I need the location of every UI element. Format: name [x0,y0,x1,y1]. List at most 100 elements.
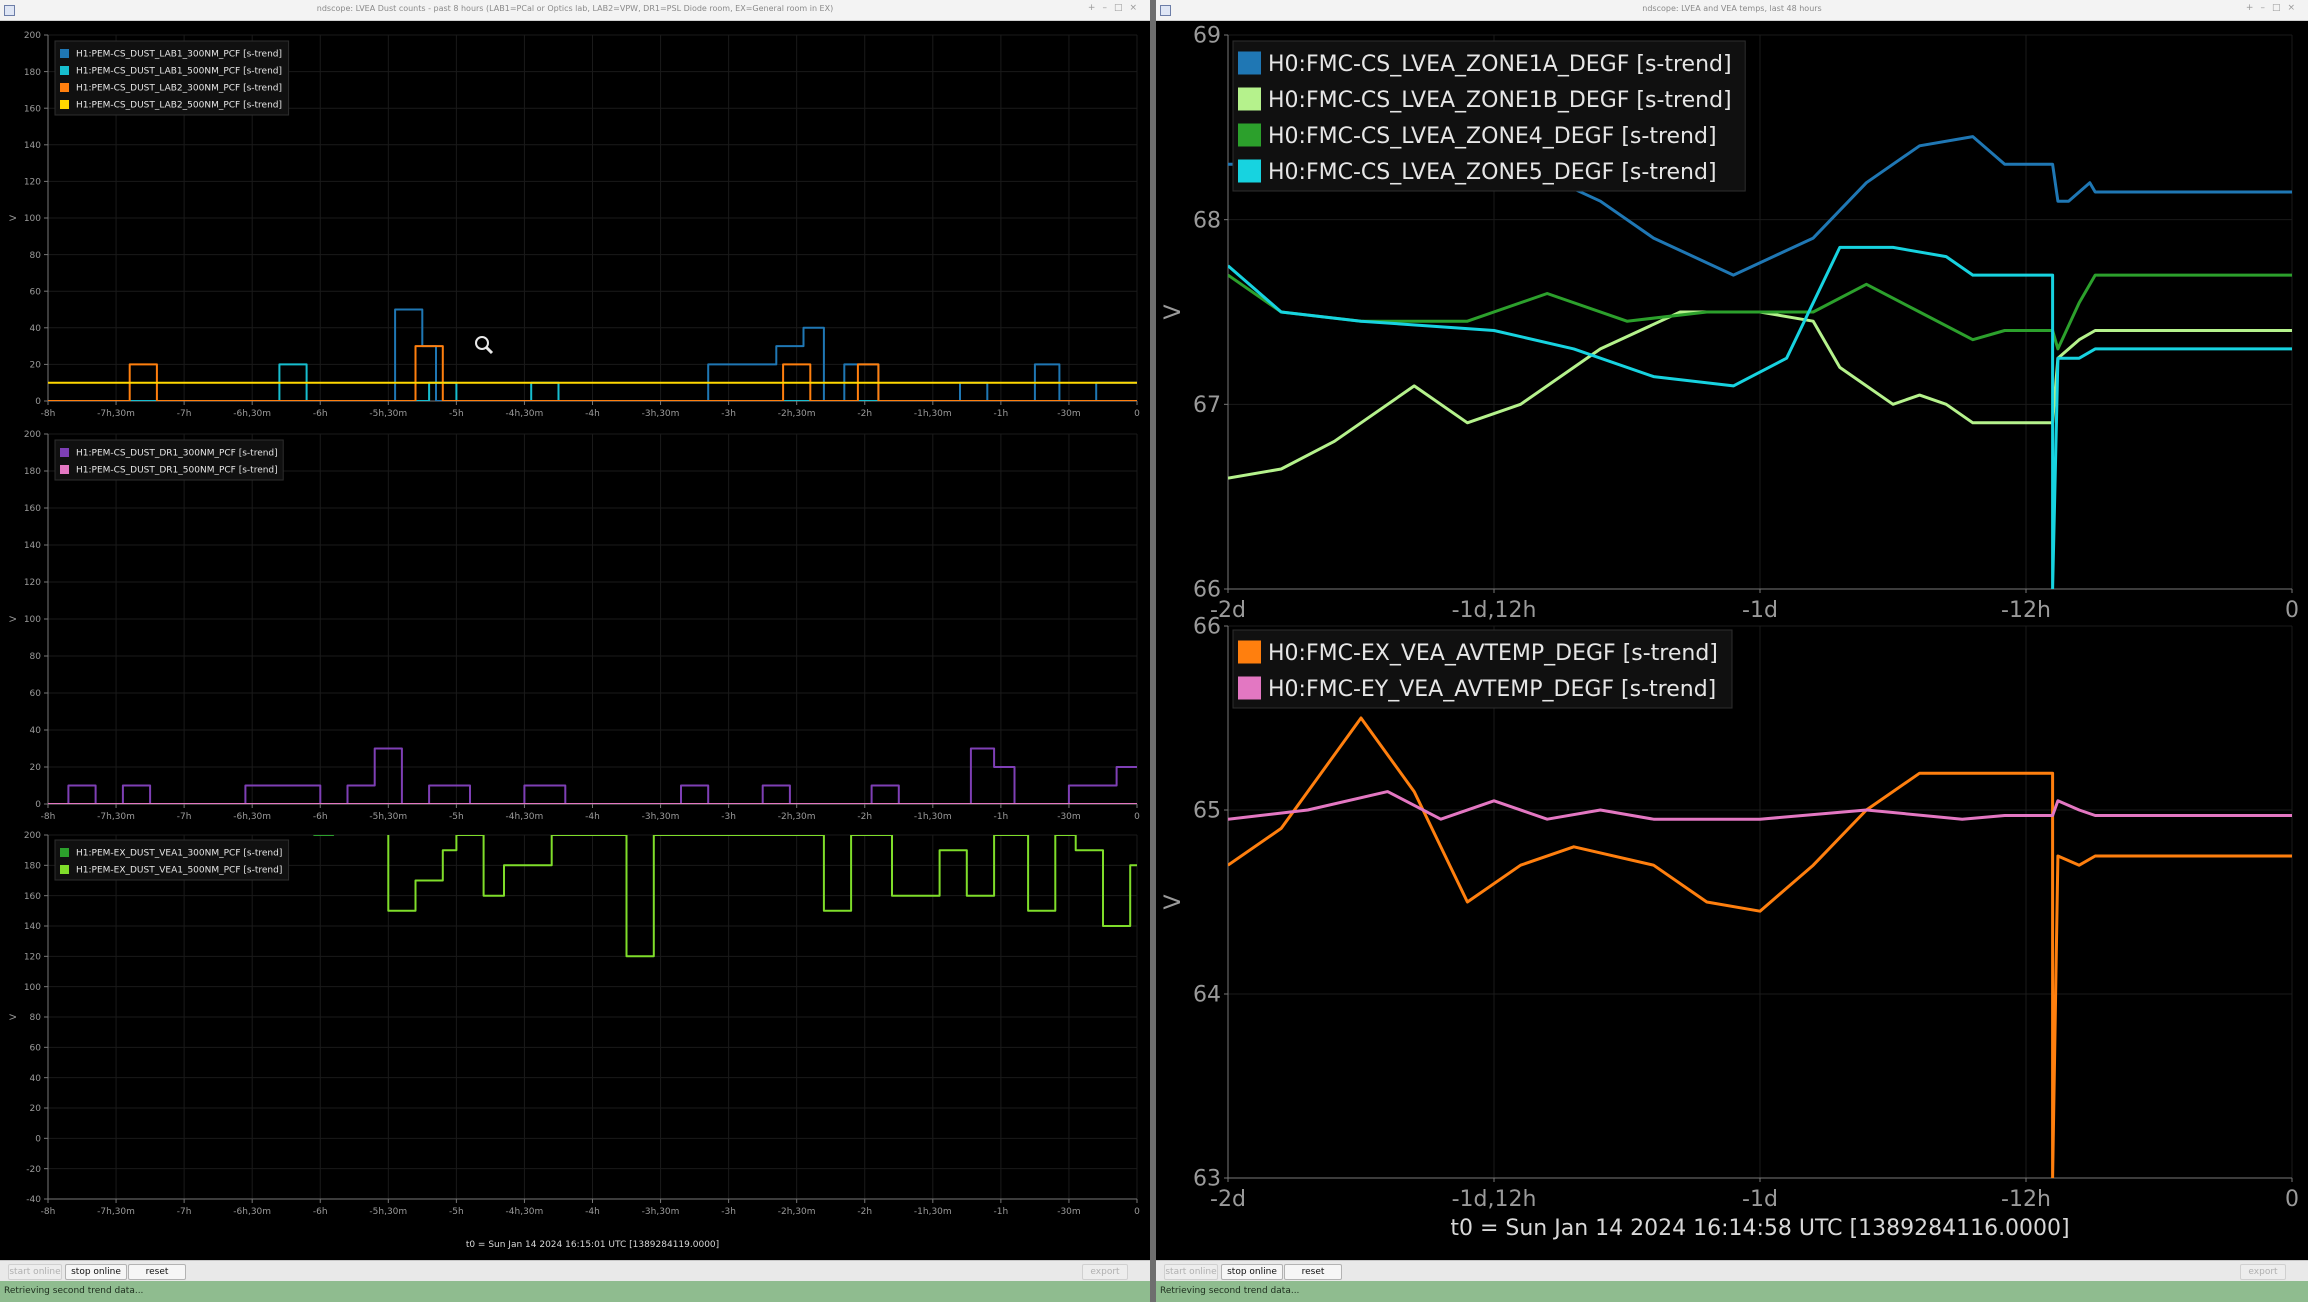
y-tick-label: 60 [30,689,42,699]
legend-label: H1:PEM-CS_DUST_DR1_300NM_PCF [s-trend] [76,449,278,459]
x-tick-label: -6h,30m [233,409,271,419]
right-ndscope-window: ndscope: LVEA and VEA temps, last 48 hou… [1156,0,2308,1302]
y-tick-label: 80 [30,652,42,662]
x-tick-label: -7h [177,1207,192,1217]
x-tick-label: -3h,30m [642,1207,680,1217]
x-tick-label: -1h [994,1207,1009,1217]
x-tick-label: 0 [2285,598,2299,623]
legend-swatch [1238,51,1261,75]
y-tick-label: 100 [24,615,41,625]
legend-swatch [60,83,69,92]
minimize-icon[interactable]: – [1102,3,1114,13]
stop-online-button[interactable]: stop online [65,1264,127,1280]
legend-label: H1:PEM-CS_DUST_LAB1_500NM_PCF [s-trend] [76,67,282,77]
start-online-button[interactable]: start online [8,1264,62,1280]
x-tick-label: -7h,30m [97,812,135,822]
right-title-bar[interactable]: ndscope: LVEA and VEA temps, last 48 hou… [1156,0,2308,21]
y-tick-label: 180 [24,68,41,78]
legend-swatch [60,49,69,58]
minimize-icon[interactable]: – [2260,3,2272,13]
x-tick-label: -1d [1742,1187,1778,1212]
y-tick-label: 67 [1193,393,1221,418]
x-tick-label: -5h [449,409,464,419]
legend-swatch [1238,123,1261,147]
y-axis-label: V [9,214,19,221]
legend-swatch [60,66,69,75]
legend-swatch [60,865,69,874]
temperature-plots[interactable]: 66 67 68 69 -2d -1d,12h -1d -12h 0 V H0:FMC-CS_LVE… [1156,21,2308,1260]
x-tick-label: -30m [1057,1207,1080,1217]
shade-icon[interactable]: + [1088,3,1103,13]
y-tick-label: 20 [30,1104,42,1114]
y-tick-label: 140 [24,922,41,932]
y-tick-label: 200 [24,31,41,41]
plot-panel-4[interactable]: 66676869-2d -1d,12h -1d -12h 0VH0:FMC-CS_LVE… [1161,24,2299,623]
x-tick-label: -6h,30m [233,1207,271,1217]
x-tick-label: -3h,30m [642,812,680,822]
legend-label: H0:FMC-CS_LVEA_ZONE1A_DEGF [s-trend] [1268,52,1732,77]
maximize-icon[interactable]: □ [2272,3,2288,13]
y-tick-label: 40 [30,726,42,736]
y-tick-label: 200 [24,430,41,440]
x-tick-label: -5h,30m [369,1207,407,1217]
legend-label: H1:PEM-CS_DUST_DR1_500NM_PCF [s-trend] [76,466,278,476]
x-tick-label: -1h,30m [914,1207,952,1217]
x-tick-label: -5h [449,812,464,822]
legend-swatch [60,100,69,109]
y-tick-label: 200 [24,831,41,841]
x-tick-label: -7h,30m [97,1207,135,1217]
left-plot-area[interactable]: 0 20 40 60 80 100 120 140 160 180 200 -8h -7h,30m -7h… [0,21,1150,1260]
x-tick-label: -6h [313,1207,328,1217]
reset-button[interactable]: reset [1284,1264,1342,1280]
window-controls[interactable]: +–□× [2246,3,2302,13]
plot-panel-2[interactable]: 0 20 40 60 80 100 120 140 160 180 200 -8h -7h,30m -7h… [9,430,1140,822]
export-button[interactable]: export [2240,1264,2286,1280]
x-tick-label: 0 [1134,1207,1140,1217]
window-controls[interactable]: +–□× [1088,3,1144,13]
y-tick-label: 160 [24,892,41,902]
x-tick-label: 0 [1134,812,1140,822]
x-tick-label: -8h [41,409,56,419]
maximize-icon[interactable]: □ [1114,3,1130,13]
x-tick-label: -4h,30m [506,1207,544,1217]
x-tick-label: -12h [2001,598,2051,623]
right-plot-area[interactable]: 66 67 68 69 -2d -1d,12h -1d -12h 0 V H0:FMC-CS_LVE… [1156,21,2308,1260]
close-icon[interactable]: × [1129,3,1144,13]
x-tick-label: -4h,30m [506,812,544,822]
left-window-title: ndscope: LVEA Dust counts - past 8 hours… [316,4,834,13]
legend-swatch [1238,640,1261,664]
y-axis-label: V [9,615,19,622]
x-tick-label: -2h [857,1207,872,1217]
plot-panel-3[interactable]: -40 -20 0 20 40 60 80 100 120 140 160 180 200 -8h -7h,… [9,831,1140,1250]
y-tick-label: 0 [35,1134,41,1144]
reset-button[interactable]: reset [128,1264,186,1280]
x-tick-label: -30m [1057,409,1080,419]
plot-panel-5[interactable]: 63646566-2d -1d,12h -1d -12h 0VH0:FMC-EX_VEA… [1161,615,2299,1241]
legend-label: H0:FMC-EX_VEA_AVTEMP_DEGF [s-trend] [1268,641,1718,666]
y-tick-label: 180 [24,861,41,871]
y-tick-label: 120 [24,952,41,962]
y-tick-label: -40 [26,1195,41,1205]
start-online-button[interactable]: start online [1164,1264,1218,1280]
x-tick-label: -6h [313,812,328,822]
y-axis-label: V [9,1013,19,1020]
left-toolbar: start online stop online reset export [0,1260,1150,1281]
legend-swatch [60,465,69,474]
dust-count-plots[interactable]: 0 20 40 60 80 100 120 140 160 180 200 -8h -7h,30m -7h… [0,21,1150,1260]
y-tick-label: 66 [1193,615,1221,640]
close-icon[interactable]: × [2287,3,2302,13]
x-tick-label: -3h,30m [642,409,680,419]
t0-label: t0 = Sun Jan 14 2024 16:14:58 UTC [13892… [1450,1216,2069,1241]
legend-label: H1:PEM-CS_DUST_LAB2_300NM_PCF [s-trend] [76,84,282,94]
left-title-bar[interactable]: ndscope: LVEA Dust counts - past 8 hours… [0,0,1150,21]
plot-panel-1[interactable]: 0 20 40 60 80 100 120 140 160 180 200 -8h -7h,30m -7h… [9,31,1140,419]
right-toolbar: start online stop online reset export [1156,1260,2308,1281]
x-tick-label: -5h,30m [369,812,407,822]
shade-icon[interactable]: + [2246,3,2261,13]
stop-online-button[interactable]: stop online [1221,1264,1283,1280]
legend-swatch [1238,159,1261,183]
export-button[interactable]: export [1082,1264,1128,1280]
y-tick-label: 140 [24,141,41,151]
x-tick-label: -4h,30m [506,409,544,419]
x-tick-label: -4h [585,409,600,419]
